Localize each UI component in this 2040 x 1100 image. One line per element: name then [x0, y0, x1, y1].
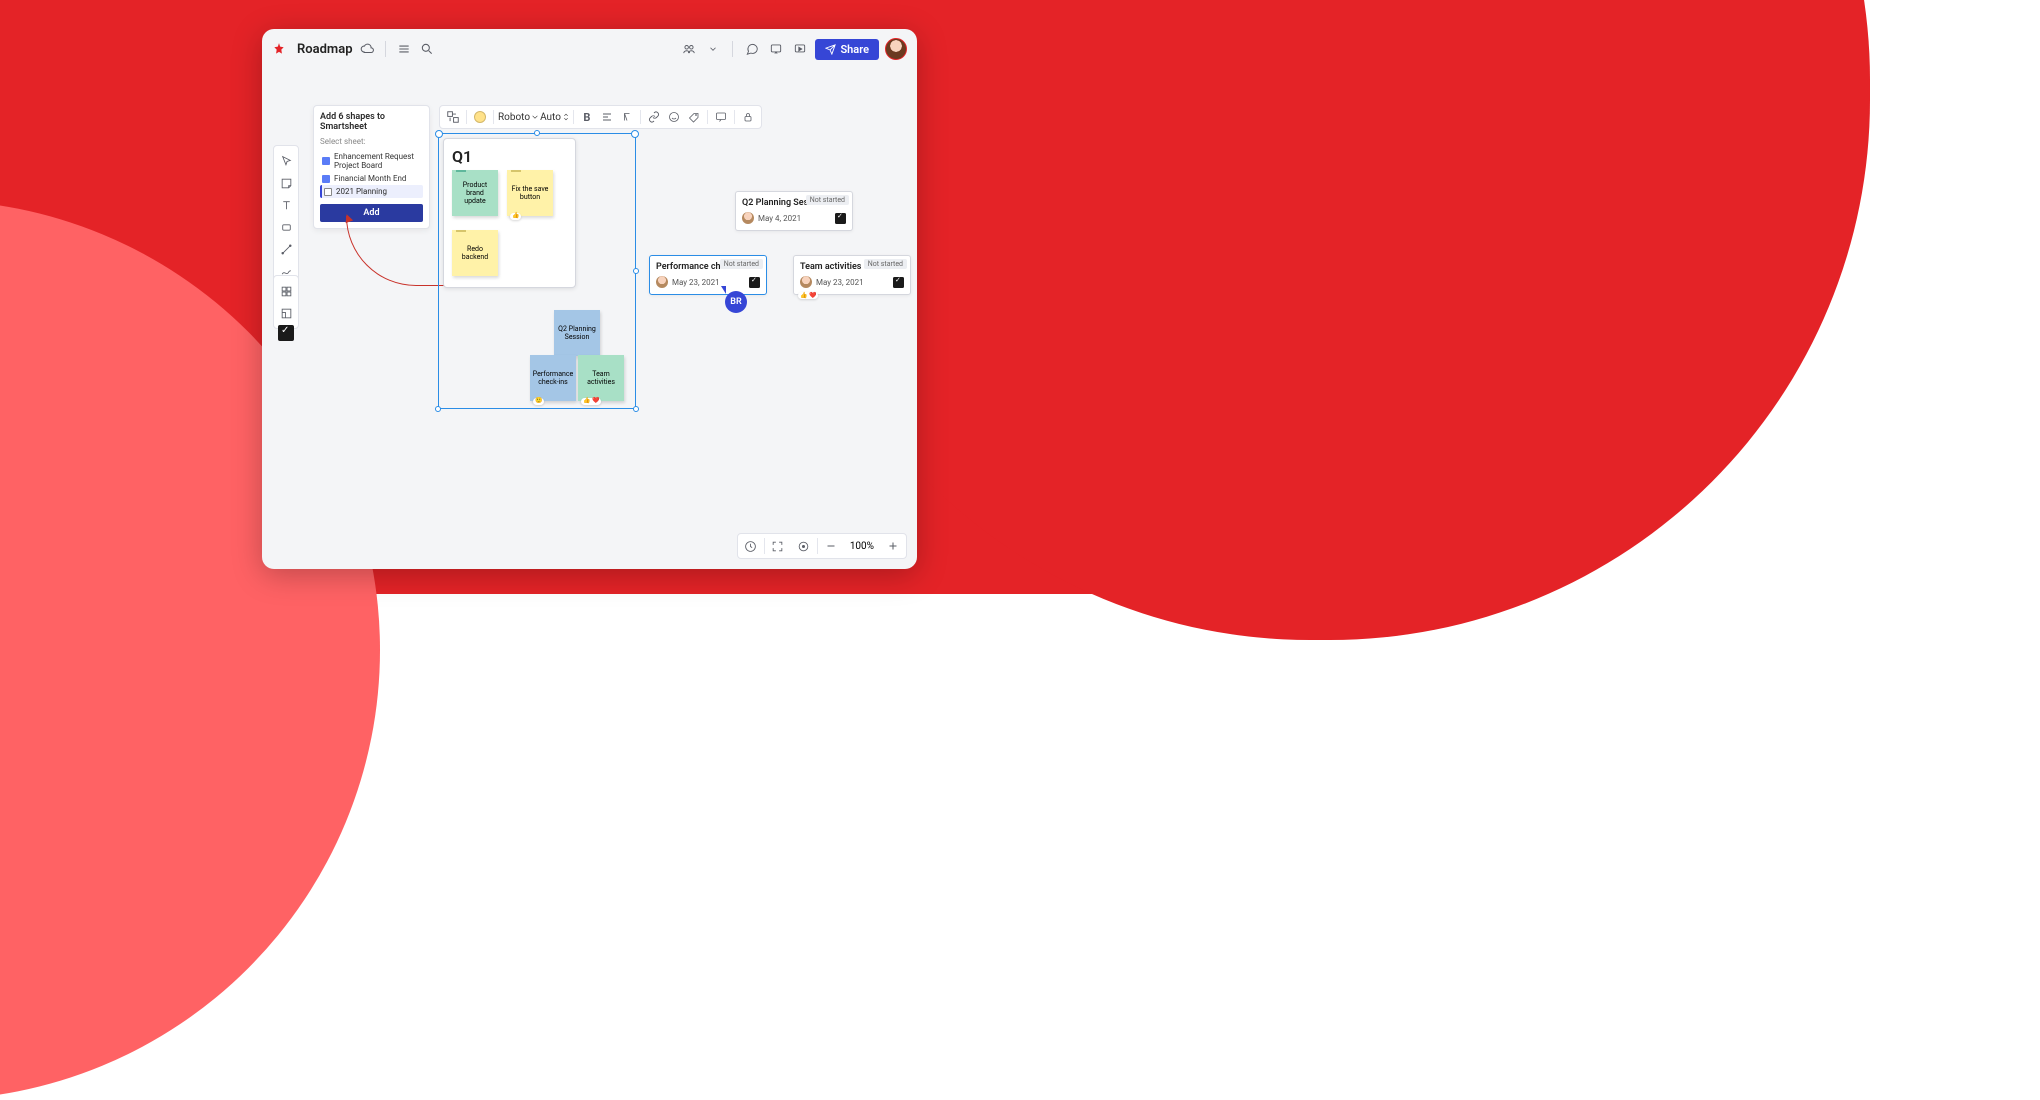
status-badge: Not started — [720, 259, 763, 269]
tool-rail — [273, 145, 299, 287]
assignee-avatar — [656, 276, 668, 288]
sticky-note[interactable]: Performance check-ins🙂 — [530, 355, 576, 401]
zoom-in-icon[interactable] — [880, 534, 906, 558]
panel-subtitle: Select sheet: — [320, 137, 423, 146]
collaborators-icon[interactable] — [680, 40, 698, 58]
separator — [732, 41, 733, 57]
lock-icon[interactable] — [739, 108, 757, 126]
header: Roadmap — [262, 29, 917, 69]
shape-tool-icon[interactable] — [275, 216, 297, 238]
frame-icon[interactable] — [275, 302, 297, 324]
select-tool-icon[interactable] — [275, 150, 297, 172]
text-tool-icon[interactable] — [275, 194, 297, 216]
arrow-annotation — [346, 216, 446, 286]
menu-icon[interactable] — [395, 40, 413, 58]
app-window: Roadmap — [262, 29, 917, 569]
present-icon[interactable] — [791, 40, 809, 58]
fullscreen-icon[interactable] — [765, 534, 791, 558]
user-avatar[interactable] — [885, 38, 907, 60]
fill-color-icon[interactable] — [471, 108, 489, 126]
sticky-tool-icon[interactable] — [275, 172, 297, 194]
tag-icon[interactable] — [685, 108, 703, 126]
card-date: May 23, 2021 — [672, 278, 745, 287]
sticky-note[interactable]: Fix the save button👍 — [507, 170, 553, 216]
size-mode[interactable]: Auto — [540, 112, 569, 123]
chevron-down-icon[interactable] — [704, 40, 722, 58]
share-button[interactable]: Share — [815, 39, 879, 60]
history-icon[interactable] — [738, 534, 764, 558]
header-right: Share — [680, 38, 907, 60]
align-icon[interactable] — [598, 108, 616, 126]
tool-rail-secondary — [273, 275, 299, 329]
smartsheet-badge-icon — [835, 213, 846, 224]
smartsheet-tool[interactable] — [273, 325, 299, 341]
collaborator-cursor-icon — [721, 286, 726, 294]
header-left: Roadmap — [272, 40, 436, 58]
comment-icon[interactable] — [743, 40, 761, 58]
bold-icon[interactable]: B — [578, 108, 596, 126]
sticky-note[interactable]: Q2 Planning Session — [554, 310, 600, 356]
sticky-note[interactable]: Team activities👍 ❤️ — [578, 355, 624, 401]
smartsheet-icon — [278, 325, 294, 341]
sheet-option-selected[interactable]: 2021 Planning — [320, 185, 423, 198]
app-logo-icon — [272, 42, 286, 56]
line-tool-icon[interactable] — [275, 238, 297, 260]
share-label: Share — [840, 43, 869, 56]
separator — [385, 41, 386, 57]
sheet-option[interactable]: Enhancement Request Project Board — [320, 150, 423, 172]
grid-icon[interactable] — [275, 280, 297, 302]
smartsheet-badge-icon — [749, 277, 760, 288]
task-card-active[interactable]: Not started Performance check-ins May 23… — [649, 255, 767, 295]
smartsheet-badge-icon — [893, 277, 904, 288]
font-picker[interactable]: Roboto — [498, 112, 538, 123]
zoom-bar: 100% — [737, 533, 907, 559]
document-title[interactable]: Roadmap — [297, 42, 353, 57]
card-date: May 23, 2021 — [816, 278, 889, 287]
task-card[interactable]: Not started Team activities May 23, 2021… — [793, 255, 911, 295]
emoji-icon[interactable] — [665, 108, 683, 126]
link-icon[interactable] — [645, 108, 663, 126]
cloud-sync-icon[interactable] — [358, 40, 376, 58]
panel-title: Add 6 shapes to Smartsheet — [320, 112, 423, 132]
text-style-icon[interactable] — [618, 108, 636, 126]
status-badge: Not started — [864, 259, 907, 269]
assignee-avatar — [742, 212, 754, 224]
zoom-out-icon[interactable] — [818, 534, 844, 558]
target-icon[interactable] — [791, 534, 817, 558]
assignee-avatar — [800, 276, 812, 288]
status-badge: Not started — [806, 195, 849, 205]
swap-shape-icon[interactable] — [444, 108, 462, 126]
zoom-value[interactable]: 100% — [844, 541, 880, 552]
reaction-icon[interactable] — [767, 40, 785, 58]
frame-title: Q1 — [452, 147, 567, 166]
sticky-note[interactable]: Product brand update — [452, 170, 498, 216]
task-card[interactable]: Not started Q2 Planning Session May 4, 2… — [735, 191, 853, 231]
comment-add-icon[interactable] — [712, 108, 730, 126]
sheet-option[interactable]: Financial Month End — [320, 172, 423, 185]
card-date: May 4, 2021 — [758, 214, 831, 223]
sticky-note[interactable]: Redo backend — [452, 230, 498, 276]
collaborator-badge: BR — [725, 291, 747, 313]
context-toolbar: Roboto Auto B — [439, 105, 762, 129]
smartsheet-panel: Add 6 shapes to Smartsheet Select sheet:… — [313, 105, 430, 229]
bg-shape — [770, 0, 1870, 640]
search-icon[interactable] — [418, 40, 436, 58]
